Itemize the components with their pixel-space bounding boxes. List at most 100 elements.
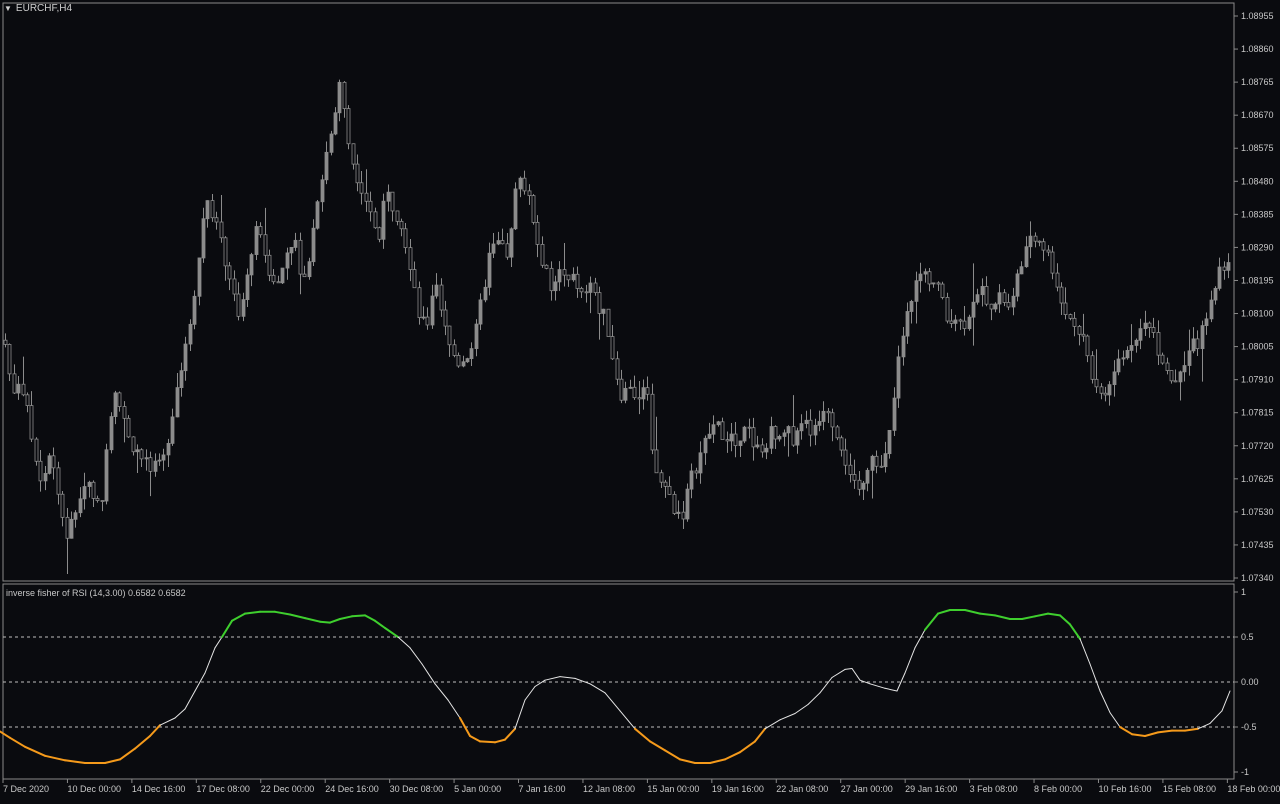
candle-body — [861, 482, 866, 490]
candle-body — [1217, 266, 1222, 289]
candle-body — [707, 433, 712, 439]
candle-body — [1046, 249, 1051, 253]
indicator-line-segment — [44, 754, 66, 762]
candle-body — [355, 163, 360, 184]
candle-body — [505, 243, 510, 258]
indicator-line-segment — [709, 758, 726, 764]
candle-body — [82, 486, 87, 500]
candle-body — [892, 397, 897, 431]
candle-body — [1094, 378, 1099, 388]
candle-body — [197, 257, 202, 297]
indicator-line-segment — [134, 735, 151, 750]
candle-body — [909, 300, 914, 312]
candle-body — [38, 460, 43, 482]
candle-body — [1182, 365, 1187, 373]
candle-body — [491, 243, 496, 254]
indicator-line-segment — [534, 679, 546, 687]
price-tick-label: 1.07340 — [1241, 573, 1274, 583]
price-pane-frame — [2, 2, 1235, 582]
candle-body — [412, 269, 417, 289]
candle-body — [782, 432, 787, 437]
candle-body — [135, 449, 140, 453]
candle-body — [7, 344, 12, 375]
price-tick-label: 1.08290 — [1241, 242, 1274, 252]
price-tick-label: 1.08860 — [1241, 44, 1274, 54]
price-chart-svg[interactable]: 1.08955 1.08860 1.08765 1.08670 1.08575 1.084… — [0, 0, 1280, 800]
indicator-line-segment — [831, 668, 846, 678]
indicator-line-segment — [1144, 731, 1159, 737]
candle-body — [984, 286, 989, 305]
indicator-line-segment — [869, 683, 886, 689]
indicator-line-segment — [904, 647, 916, 674]
candle-body — [628, 386, 633, 389]
candle-body — [1103, 392, 1108, 396]
indicator-line-segment — [24, 745, 46, 757]
indicator-line-segment — [1059, 614, 1071, 626]
candle-body — [936, 282, 941, 285]
price-tick-label: 1.07530 — [1241, 507, 1274, 517]
indicator-line-segment — [604, 692, 621, 712]
candle-body — [720, 421, 725, 440]
candle-body — [918, 273, 923, 282]
indicator-line-segment — [1184, 727, 1199, 732]
time-tick-label: 27 Jan 00:00 — [841, 784, 893, 794]
candle-body — [619, 378, 624, 401]
candle-body — [1041, 241, 1046, 251]
candle-body — [320, 179, 325, 203]
price-tick-label: 1.08385 — [1241, 209, 1274, 219]
dropdown-arrow-icon[interactable]: ▼ — [4, 4, 12, 13]
candle-body — [804, 419, 809, 425]
indicator-line-segment — [819, 677, 833, 694]
candle-body — [91, 481, 96, 499]
indicator-line-segment — [664, 749, 681, 761]
candle-body — [1085, 335, 1090, 357]
candle-body — [967, 316, 972, 330]
time-tick-label: 17 Dec 08:00 — [196, 784, 250, 794]
indicator-line-segment — [421, 663, 436, 685]
candle-body — [1147, 322, 1152, 328]
candle-body — [236, 293, 241, 317]
candle-body — [593, 282, 598, 294]
candle-body — [408, 247, 413, 270]
candle-body — [729, 433, 734, 442]
candle-body — [188, 323, 193, 345]
candle-body — [245, 274, 250, 300]
candle-body — [786, 426, 791, 434]
candle-body — [175, 387, 180, 418]
candle-body — [1204, 318, 1209, 326]
candle-body — [390, 191, 395, 212]
chart-window[interactable]: 1.08955 1.08860 1.08765 1.08670 1.08575 1.084… — [0, 0, 1280, 800]
candle-body — [1037, 240, 1042, 243]
candle-body — [439, 284, 444, 311]
candle-body — [487, 252, 492, 288]
candle-body — [557, 269, 562, 283]
candle-body — [870, 455, 875, 471]
candle-body — [1187, 350, 1192, 366]
candle-body — [703, 437, 708, 454]
candle-body — [945, 297, 950, 322]
candle-body — [395, 210, 400, 222]
candle-body — [43, 472, 48, 482]
candle-body — [109, 416, 114, 451]
time-tick-label: 15 Feb 08:00 — [1163, 784, 1216, 794]
candle-body — [166, 442, 171, 456]
candle-body — [117, 392, 122, 407]
price-tick-label: 1.08005 — [1241, 342, 1274, 352]
price-tick-label: 1.08955 — [1241, 11, 1274, 21]
indicator-line-segment — [574, 677, 591, 685]
candle-body — [500, 240, 505, 245]
price-tick-label: 1.07720 — [1241, 441, 1274, 451]
candle-body — [1024, 246, 1029, 268]
candle-body — [531, 195, 536, 223]
indicator-line-segment — [1221, 690, 1231, 712]
candle-body — [641, 387, 646, 400]
candle-body — [161, 454, 166, 461]
indicator-line-segment — [807, 692, 821, 705]
candle-body — [632, 386, 637, 399]
candle-body — [1191, 338, 1196, 352]
candle-body — [553, 281, 558, 292]
candle-body — [830, 412, 835, 428]
candle-body — [522, 177, 527, 192]
candle-body — [764, 447, 769, 453]
candle-body — [760, 444, 765, 453]
